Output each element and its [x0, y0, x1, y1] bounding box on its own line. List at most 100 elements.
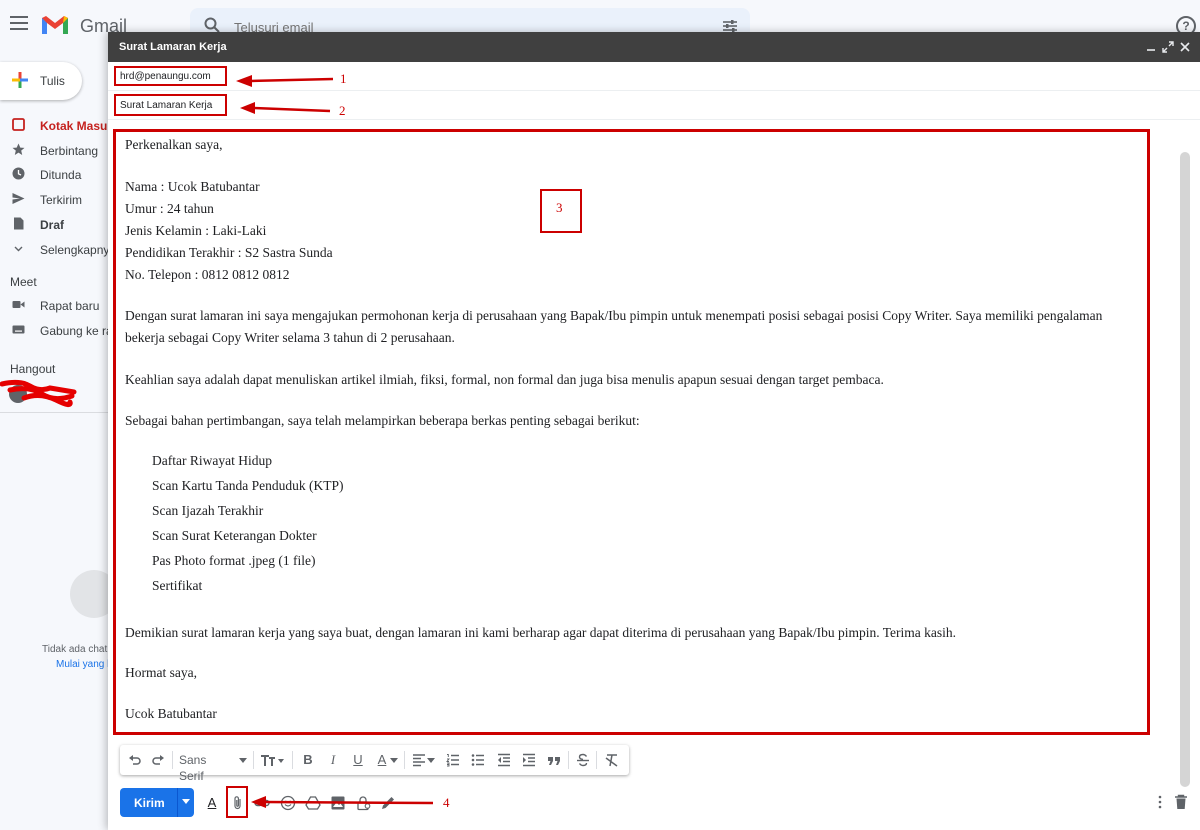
sidebar-item-label: Kotak Masuk — [40, 119, 115, 133]
send-label: Kirim — [134, 796, 165, 810]
body-line: Jenis Kelamin : Laki-Laki — [125, 223, 267, 238]
align-icon[interactable] — [412, 752, 426, 768]
bold-button[interactable]: B — [302, 752, 314, 768]
attachment-list-item: Scan Ijazah Terakhir — [152, 503, 264, 518]
draft-icon — [14, 217, 24, 230]
link-icon[interactable] — [254, 795, 270, 811]
italic-button[interactable]: I — [327, 752, 339, 768]
gmail-logo-icon — [42, 16, 68, 34]
minimize-icon[interactable] — [1144, 40, 1158, 54]
recipient-field[interactable]: hrd@penaungu.com — [114, 66, 227, 86]
google-drive-icon[interactable] — [305, 795, 321, 811]
redo-icon[interactable] — [151, 752, 165, 768]
confidential-mode-icon[interactable] — [355, 795, 371, 811]
send-icon — [12, 193, 25, 204]
signature-pen-icon[interactable] — [380, 795, 396, 811]
font-family-select[interactable]: Sans Serif — [179, 752, 231, 783]
toolbar-separator — [253, 751, 254, 769]
sidebar-item-more[interactable]: Selengkapnya — [0, 238, 116, 262]
toolbar-separator — [292, 751, 293, 769]
more-options-icon[interactable] — [1158, 795, 1162, 809]
subject-row: Surat Lamaran Kerja — [108, 91, 1200, 120]
attachment-list-item: Scan Surat Keterangan Dokter — [152, 528, 317, 543]
body-line: No. Telepon : 0812 0812 0812 — [125, 267, 290, 282]
toolbar-separator — [172, 751, 173, 769]
compose-button[interactable]: Tulis — [0, 62, 82, 100]
send-options-icon[interactable] — [182, 799, 190, 804]
font-size-icon[interactable] — [260, 752, 286, 768]
body-line: Pendidikan Terakhir : S2 Sastra Sunda — [125, 245, 333, 260]
sidebar-item-label: Terkirim — [40, 193, 82, 207]
inbox-icon — [12, 118, 25, 131]
emoji-icon[interactable] — [280, 795, 296, 811]
sidebar-item-sent[interactable]: Terkirim — [0, 188, 110, 212]
subject-field[interactable]: Surat Lamaran Kerja — [114, 94, 227, 116]
sidebar-item-join-meeting[interactable]: Gabung ke rapat — [0, 319, 129, 343]
text-color-button[interactable]: A — [376, 752, 388, 768]
body-line: Hormat saya, — [125, 665, 197, 680]
underline-button[interactable]: U — [352, 752, 364, 768]
compose-title: Surat Lamaran Kerja — [119, 41, 227, 53]
send-button[interactable]: Kirim — [120, 788, 194, 817]
sidebar-item-inbox[interactable]: Kotak Masuk — [0, 114, 114, 138]
numbered-list-icon[interactable] — [446, 752, 460, 768]
toolbar-separator — [596, 751, 597, 769]
sidebar-item-snoozed[interactable]: Ditunda — [0, 163, 110, 187]
annotation-number-3: 3 — [556, 200, 563, 215]
message-body[interactable]: Perkenalkan saya, Nama : Ucok Batubantar… — [113, 129, 1150, 735]
redacted-avatar-scribble — [0, 379, 77, 408]
clock-icon — [12, 167, 25, 180]
toolbar-separator — [404, 751, 405, 769]
compose-label: Tulis — [40, 74, 65, 88]
attachment-list-item: Sertifikat — [152, 578, 203, 593]
hangout-heading: Hangout — [10, 362, 56, 376]
search-icon[interactable] — [204, 17, 220, 33]
attachment-list-item: Pas Photo format .jpeg (1 file) — [152, 553, 316, 568]
body-line: Umur : 24 tahun — [125, 201, 214, 216]
body-paragraph: Dengan surat lamaran ini saya mengajukan… — [125, 308, 1103, 345]
recipient-row: hrd@penaungu.com — [108, 62, 1200, 91]
quote-icon[interactable] — [547, 752, 561, 768]
toolbar-separator — [568, 751, 569, 769]
compose-window: Surat Lamaran Kerja hrd@penaungu.com Sur… — [108, 32, 1200, 830]
body-line: Perkenalkan saya, — [125, 137, 223, 152]
send-divider — [177, 788, 178, 817]
compose-titlebar[interactable]: Surat Lamaran Kerja — [108, 32, 1200, 62]
close-icon[interactable] — [1178, 40, 1192, 54]
sidebar-divider — [0, 412, 108, 413]
video-camera-icon — [12, 301, 25, 308]
strikethrough-icon[interactable] — [576, 752, 590, 768]
insert-photo-icon[interactable] — [330, 795, 346, 811]
body-line: Nama : Ucok Batubantar — [125, 179, 260, 194]
menu-icon[interactable] — [10, 16, 28, 30]
sidebar-item-new-meeting[interactable]: Rapat baru — [0, 294, 110, 318]
sidebar-item-drafts[interactable]: Draf — [0, 213, 110, 237]
trash-icon[interactable] — [1174, 794, 1188, 810]
search-options-icon[interactable] — [722, 19, 738, 33]
keyboard-icon — [12, 325, 25, 334]
sidebar-item-label: Rapat baru — [40, 299, 100, 313]
indent-more-icon[interactable] — [522, 752, 536, 768]
formatting-toolbar: Sans Serif B I U A — [120, 745, 629, 783]
annotation-number-4: 4 — [443, 795, 450, 810]
dropdown-arrow-icon[interactable] — [238, 752, 248, 768]
dropdown-arrow-icon[interactable] — [390, 752, 398, 768]
formatting-options-button[interactable]: A — [204, 795, 220, 811]
dropdown-arrow-icon[interactable] — [427, 752, 435, 768]
annotation-number-2: 2 — [339, 103, 346, 118]
sidebar-item-label: Ditunda — [40, 168, 82, 182]
body-paragraph: Keahlian saya adalah dapat menuliskan ar… — [125, 372, 884, 387]
clear-formatting-icon[interactable] — [605, 752, 619, 768]
annotation-box-4 — [226, 786, 248, 818]
meet-heading: Meet — [10, 275, 37, 289]
sidebar-item-label: Draf — [40, 218, 65, 232]
scrollbar[interactable] — [1180, 152, 1190, 787]
indent-less-icon[interactable] — [497, 752, 511, 768]
undo-icon[interactable] — [128, 752, 142, 768]
body-paragraph: Sebagai bahan pertimbangan, saya telah m… — [125, 413, 640, 428]
bulleted-list-icon[interactable] — [471, 752, 485, 768]
body-line: Ucok Batubantar — [125, 706, 217, 721]
plus-icon — [12, 72, 28, 88]
sidebar-item-starred[interactable]: Berbintang — [0, 139, 110, 163]
expand-icon[interactable] — [1161, 40, 1175, 54]
